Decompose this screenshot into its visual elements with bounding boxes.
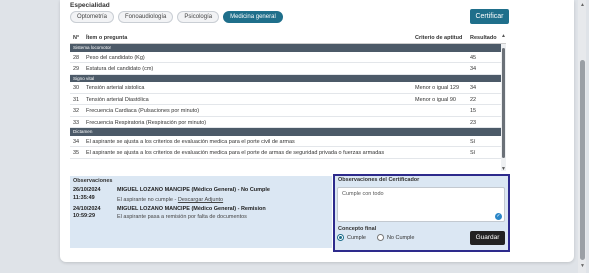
cell-resultado: 34 xyxy=(470,66,477,72)
cell-item: El aspirante se ajusta a los criterios d… xyxy=(86,138,295,145)
entry-1-text: El aspirante no cumple - Descargar Adjun… xyxy=(117,197,223,203)
tab-psicologia[interactable]: Psicología xyxy=(177,11,220,23)
radio-no-cumple-label: No Cumple xyxy=(386,234,415,241)
cell-num: 31 xyxy=(73,96,80,103)
entry-2-date: 24/10/2024 xyxy=(73,206,101,212)
table-row: 30 Tensión arterial sistolica Menor o igua… xyxy=(70,82,506,94)
observaciones-title: Observaciones xyxy=(73,178,113,184)
cell-resultado: 15 xyxy=(470,108,477,114)
table-row: 29 Estatura del candidato (cm) 34 xyxy=(70,63,506,75)
cell-item: Peso del candidato (Kg) xyxy=(86,54,145,61)
cell-resultado: 22 xyxy=(470,96,477,103)
table-row: 28 Peso del candidato (Kg) 45 xyxy=(70,52,506,63)
table-row: 34 El aspirante se ajusta a los criterios… xyxy=(70,136,506,147)
check-icon: ✓ xyxy=(495,213,502,220)
cell-num: 34 xyxy=(73,138,80,145)
cell-resultado: 23 xyxy=(470,119,477,126)
download-attachment-link[interactable]: Descargar Adjunto xyxy=(178,197,223,203)
evaluation-table: N° Ítem o pregunta Criterio de aptitud R… xyxy=(70,31,506,159)
tab-optometria[interactable]: Optometría xyxy=(70,11,115,23)
cell-num: 35 xyxy=(73,150,80,156)
entry-1-head: MIGUEL LOZANO MANCIPE (Médico General) -… xyxy=(117,187,270,193)
radio-cumple-label: Cumple xyxy=(347,234,366,241)
cell-item: Frecuencia Respiratoria (Respiración por… xyxy=(86,119,207,126)
table-row: 31 Tensión arterial Diastólica Menor o igu… xyxy=(70,94,506,105)
cell-num: 30 xyxy=(73,85,80,91)
cell-num: 33 xyxy=(73,119,80,126)
table-body: Sistema locomotor 28 Peso del candidato (K… xyxy=(70,44,506,159)
header-criterio: Criterio de aptitud xyxy=(415,35,463,41)
header-resultado: Resultado xyxy=(470,35,497,41)
cell-num: 32 xyxy=(73,108,80,114)
scroll-up-arrow-icon[interactable]: ▲ xyxy=(580,2,585,8)
certify-button[interactable]: Certificar xyxy=(470,9,509,24)
cell-item: Tensión arterial Diastólica xyxy=(86,96,149,103)
entry-2-head: MIGUEL LOZANO MANCIPE (Médico General) -… xyxy=(117,206,266,212)
cell-criterio: Menor o igual 129 xyxy=(415,85,460,91)
page-scroll-thumb[interactable] xyxy=(580,60,585,260)
entry-1-date: 26/10/2024 xyxy=(73,187,101,193)
table-scroll-down-icon[interactable]: ▼ xyxy=(501,166,506,172)
radio-cumple[interactable] xyxy=(337,234,344,241)
entry-2-time: 10:59:29 xyxy=(73,213,96,219)
table-row: 32 Frecuencia Cardiaca (Pulsaciones por m… xyxy=(70,105,506,117)
especialidad-label: Especialidad xyxy=(70,2,110,9)
table-row: 35 El aspirante se ajusta a los criterios… xyxy=(70,147,506,159)
cell-item: Frecuencia Cardiaca (Pulsaciones por min… xyxy=(86,108,200,114)
header-num: N° xyxy=(73,35,80,41)
table-header: N° Ítem o pregunta Criterio de aptitud R… xyxy=(70,31,506,44)
cell-criterio: Menor o igual 90 xyxy=(415,96,456,103)
entry-1-text-body: El aspirante no cumple - xyxy=(117,197,178,203)
table-section-header: Signo vital xyxy=(70,74,506,82)
cell-num: 28 xyxy=(73,54,80,61)
scroll-down-arrow-icon[interactable]: ▼ xyxy=(580,263,585,269)
cell-resultado: Sí xyxy=(470,150,476,156)
table-scroll-up-icon[interactable]: ▲ xyxy=(501,33,506,39)
table-row: 33 Frecuencia Respiratoria (Respiración p… xyxy=(70,117,506,128)
entry-1-time: 11:35:49 xyxy=(73,195,95,201)
cell-resultado: 45 xyxy=(470,54,477,61)
cell-item: El aspirante se ajusta a los criterios d… xyxy=(86,150,385,156)
entry-2-text: El aspirante pasa a remisión por falta d… xyxy=(117,214,247,220)
radio-no-cumple[interactable] xyxy=(376,234,384,241)
cell-item: Estatura del candidato (cm) xyxy=(86,66,154,72)
tab-fonoaudiologia[interactable]: Fonoaudiología xyxy=(118,11,174,23)
concepto-radio-group: Cumple No Cumple xyxy=(337,234,414,241)
cell-resultado: 34 xyxy=(470,85,477,91)
concepto-final-title: Concepto final xyxy=(338,226,377,232)
table-section-header: Dictamen xyxy=(70,128,506,136)
tab-medicina-general[interactable]: Medicina general xyxy=(223,11,283,23)
cell-num: 29 xyxy=(73,66,80,72)
save-button[interactable]: Guardar xyxy=(470,231,505,245)
cell-item: Tensión arterial sistolica xyxy=(86,85,145,91)
table-section-header: Sistema locomotor xyxy=(70,44,506,52)
header-item: Ítem o pregunta xyxy=(86,35,128,41)
table-scroll-thumb[interactable] xyxy=(502,48,505,158)
certificador-observation-input[interactable]: Cumple con todo xyxy=(337,187,505,222)
certificador-title: Observaciones del Certificador xyxy=(338,177,420,183)
cell-resultado: Sí xyxy=(470,138,476,145)
especialidad-tabs: Optometría Fonoaudiología Psicología Med… xyxy=(70,11,283,23)
